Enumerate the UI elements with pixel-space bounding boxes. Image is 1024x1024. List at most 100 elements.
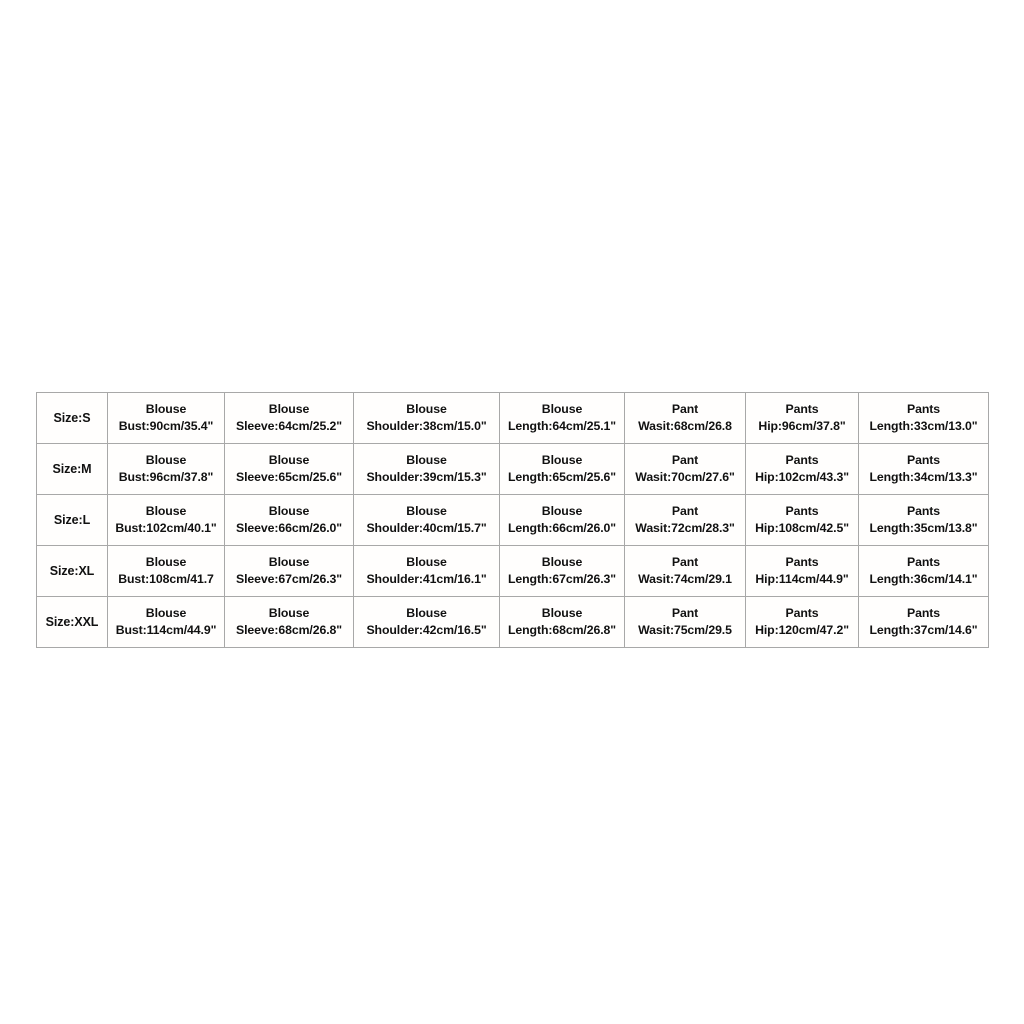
measurement-value: Sleeve:64cm/25.2" (236, 418, 342, 433)
measurement-garment-label: Blouse (145, 452, 187, 467)
measurement-garment-label: Blouse (541, 554, 583, 569)
measurement-value: Bust:102cm/40.1" (115, 520, 217, 535)
measurement-value: Sleeve:65cm/25.6" (236, 469, 342, 484)
measurement-value: Wasit:74cm/29.1 (638, 571, 732, 586)
measurement-cell: Pants Hip:102cm/43.3" (745, 443, 859, 495)
measurement-value: Sleeve:68cm/26.8" (236, 622, 342, 637)
measurement-value: Length:66cm/26.0" (507, 520, 616, 535)
measurement-value: Length:68cm/26.8" (507, 622, 616, 637)
measurement-cell: Blouse Bust:114cm/44.9" (107, 596, 225, 648)
measurement-garment-label: Pants (785, 452, 819, 467)
measurement-cell: Pants Length:34cm/13.3" (858, 443, 989, 495)
measurement-garment-label: Blouse (406, 503, 447, 518)
measurement-value: Bust:90cm/35.4" (118, 418, 214, 433)
measurement-cell: Blouse Sleeve:67cm/26.3" (224, 545, 354, 597)
measurement-garment-label: Blouse (406, 401, 447, 416)
measurement-garment-label: Blouse (541, 503, 583, 518)
measurement-cell: Blouse Sleeve:66cm/26.0" (224, 494, 354, 546)
size-label-cell: Size:L (36, 494, 108, 546)
measurement-cell: Pant Wasit:70cm/27.6" (624, 443, 746, 495)
measurement-value: Wasit:72cm/28.3" (635, 520, 735, 535)
size-label-cell: Size:M (36, 443, 108, 495)
measurement-cell: Blouse Sleeve:64cm/25.2" (224, 392, 354, 444)
measurement-garment-label: Blouse (268, 401, 310, 416)
measurement-value: Wasit:70cm/27.6" (635, 469, 735, 484)
measurement-garment-label: Pants (785, 605, 819, 620)
measurement-garment-label: Blouse (145, 503, 187, 518)
measurement-cell: Pants Length:33cm/13.0" (858, 392, 989, 444)
measurement-cell: Blouse Sleeve:65cm/25.6" (224, 443, 354, 495)
measurement-cell: Blouse Sleeve:68cm/26.8" (224, 596, 354, 648)
measurement-value: Shoulder:39cm/15.3" (366, 469, 487, 484)
measurement-garment-label: Pant (671, 503, 699, 518)
measurement-cell: Pant Wasit:68cm/26.8 (624, 392, 746, 444)
measurement-value: Hip:114cm/44.9" (755, 571, 849, 586)
measurement-garment-label: Pants (785, 554, 819, 569)
measurement-cell: Blouse Bust:90cm/35.4" (107, 392, 225, 444)
measurement-garment-label: Pants (907, 452, 940, 467)
table-row: Size:S Blouse Bust:90cm/35.4" Blouse Sleeve:… (36, 392, 989, 444)
measurement-cell: Pants Length:35cm/13.8" (858, 494, 989, 546)
size-chart-table: Size:S Blouse Bust:90cm/35.4" Blouse Sleeve:… (36, 392, 989, 648)
measurement-garment-label: Blouse (145, 554, 187, 569)
measurement-garment-label: Blouse (268, 452, 310, 467)
measurement-cell: Blouse Length:68cm/26.8" (499, 596, 625, 648)
measurement-value: Shoulder:38cm/15.0" (366, 418, 487, 433)
measurement-value: Hip:102cm/43.3" (755, 469, 849, 484)
measurement-garment-label: Blouse (406, 605, 447, 620)
measurement-cell: Blouse Shoulder:40cm/15.7" (353, 494, 500, 546)
measurement-garment-label: Blouse (541, 401, 583, 416)
measurement-cell: Blouse Bust:108cm/41.7 (107, 545, 225, 597)
measurement-value: Wasit:75cm/29.5 (638, 622, 732, 637)
measurement-cell: Pants Length:37cm/14.6" (858, 596, 989, 648)
measurement-garment-label: Blouse (406, 452, 447, 467)
measurement-cell: Blouse Shoulder:41cm/16.1" (353, 545, 500, 597)
measurement-garment-label: Blouse (541, 605, 583, 620)
measurement-value: Hip:120cm/47.2" (755, 622, 849, 637)
table-row: Size:L Blouse Bust:102cm/40.1" Blouse Sleeve… (36, 494, 989, 546)
measurement-value: Hip:96cm/37.8" (758, 418, 846, 433)
size-label-cell: Size:XXL (36, 596, 108, 648)
measurement-cell: Blouse Length:64cm/25.1" (499, 392, 625, 444)
measurement-cell: Blouse Length:66cm/26.0" (499, 494, 625, 546)
measurement-value: Length:65cm/25.6" (507, 469, 616, 484)
measurement-garment-label: Pant (671, 605, 699, 620)
measurement-garment-label: Pant (671, 554, 699, 569)
measurement-garment-label: Blouse (268, 554, 310, 569)
size-label-cell: Size:XL (36, 545, 108, 597)
measurement-garment-label: Blouse (406, 554, 447, 569)
measurement-cell: Blouse Length:65cm/25.6" (499, 443, 625, 495)
measurement-cell: Blouse Length:67cm/26.3" (499, 545, 625, 597)
measurement-garment-label: Blouse (268, 605, 310, 620)
table-row: Size:M Blouse Bust:96cm/37.8" Blouse Sleeve:… (36, 443, 989, 495)
measurement-value: Sleeve:66cm/26.0" (236, 520, 342, 535)
measurement-value: Hip:108cm/42.5" (755, 520, 849, 535)
measurement-value: Shoulder:40cm/15.7" (366, 520, 487, 535)
measurement-value: Length:67cm/26.3" (507, 571, 616, 586)
measurement-cell: Pants Length:36cm/14.1" (858, 545, 989, 597)
measurement-cell: Blouse Shoulder:42cm/16.5" (353, 596, 500, 648)
measurement-garment-label: Pants (907, 503, 940, 518)
size-chart-body: Size:S Blouse Bust:90cm/35.4" Blouse Sleeve:… (36, 392, 989, 648)
measurement-garment-label: Pant (671, 401, 699, 416)
measurement-value: Length:37cm/14.6" (869, 622, 978, 637)
measurement-value: Length:36cm/14.1" (869, 571, 978, 586)
measurement-value: Bust:108cm/41.7 (118, 571, 214, 586)
measurement-cell: Pants Hip:108cm/42.5" (745, 494, 859, 546)
measurement-cell: Pants Hip:96cm/37.8" (745, 392, 859, 444)
measurement-cell: Blouse Bust:96cm/37.8" (107, 443, 225, 495)
measurement-value: Sleeve:67cm/26.3" (236, 571, 342, 586)
measurement-garment-label: Pants (907, 605, 940, 620)
measurement-garment-label: Blouse (541, 452, 583, 467)
size-label-cell: Size:S (36, 392, 108, 444)
table-row: Size:XXL Blouse Bust:114cm/44.9" Blouse Slee… (36, 596, 989, 648)
table-row: Size:XL Blouse Bust:108cm/41.7 Blouse Sleeve… (36, 545, 989, 597)
measurement-value: Length:34cm/13.3" (869, 469, 978, 484)
measurement-garment-label: Blouse (268, 503, 310, 518)
measurement-value: Length:64cm/25.1" (507, 418, 616, 433)
measurement-garment-label: Blouse (145, 605, 187, 620)
size-chart-container: Size:S Blouse Bust:90cm/35.4" Blouse Sleeve:… (36, 392, 989, 648)
measurement-cell: Pant Wasit:72cm/28.3" (624, 494, 746, 546)
measurement-garment-label: Pants (785, 503, 819, 518)
measurement-cell: Pant Wasit:75cm/29.5 (624, 596, 746, 648)
